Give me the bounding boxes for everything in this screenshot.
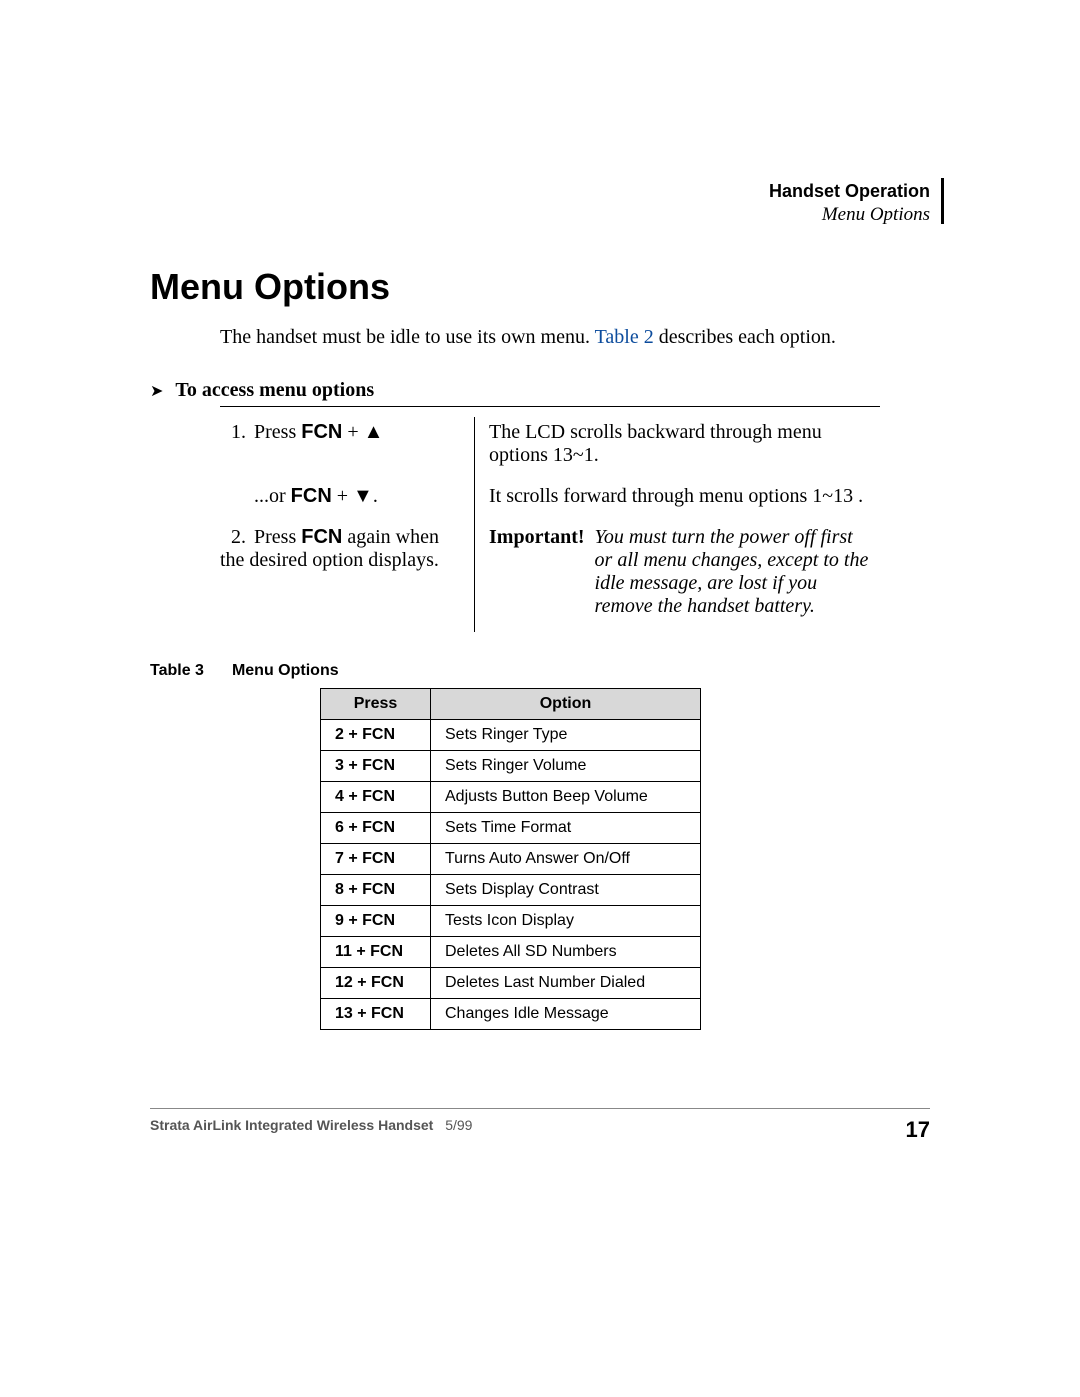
important-text: You must turn the power off first or all… bbox=[595, 526, 872, 618]
step-row-1: 1. Press FCN + ▲ The LCD scrolls backward… bbox=[220, 417, 880, 481]
table-row: 13 + FCNChanges Idle Message bbox=[321, 999, 701, 1030]
divider bbox=[220, 406, 880, 407]
table-row: 6 + FCNSets Time Format bbox=[321, 813, 701, 844]
header-chapter: Handset Operation bbox=[150, 180, 930, 203]
table-row: 12 + FCNDeletes Last Number Dialed bbox=[321, 968, 701, 999]
press-cell: 7 + FCN bbox=[321, 844, 431, 875]
header-bar-icon bbox=[941, 178, 944, 224]
press-cell: 9 + FCN bbox=[321, 906, 431, 937]
footer-page-number: 17 bbox=[906, 1117, 930, 1143]
table-title: Menu Options bbox=[232, 662, 339, 679]
option-cell: Sets Time Format bbox=[431, 813, 701, 844]
subheading: To access menu options bbox=[175, 379, 374, 402]
step-text: + ▲ bbox=[342, 421, 383, 443]
header-section: Menu Options bbox=[150, 203, 930, 227]
press-cell: 2 + FCN bbox=[321, 720, 431, 751]
important-label: Important! bbox=[489, 526, 585, 618]
fcn-key: FCN bbox=[291, 485, 332, 507]
footer-divider bbox=[150, 1108, 930, 1109]
table2-link[interactable]: Table 2 bbox=[595, 326, 654, 348]
press-cell: 11 + FCN bbox=[321, 937, 431, 968]
table-row: 4 + FCNAdjusts Button Beep Volume bbox=[321, 782, 701, 813]
step-row-2: 2.Press FCN again when the desired optio… bbox=[220, 522, 880, 632]
footer-doc-name: Strata AirLink Integrated Wireless Hands… bbox=[150, 1117, 433, 1133]
intro-paragraph: The handset must be idle to use its own … bbox=[220, 324, 930, 351]
option-cell: Sets Ringer Type bbox=[431, 720, 701, 751]
col-header-press: Press bbox=[321, 689, 431, 720]
step-number: 2. bbox=[220, 526, 246, 549]
table-row: 11 + FCNDeletes All SD Numbers bbox=[321, 937, 701, 968]
page-header: Handset Operation Menu Options bbox=[150, 180, 930, 226]
step-text: Press bbox=[254, 526, 301, 548]
step-result: It scrolls forward through menu options … bbox=[475, 481, 881, 522]
subheading-row: ➤ To access menu options bbox=[150, 379, 930, 402]
table-row: 3 + FCNSets Ringer Volume bbox=[321, 751, 701, 782]
table-row: 9 + FCNTests Icon Display bbox=[321, 906, 701, 937]
press-cell: 8 + FCN bbox=[321, 875, 431, 906]
press-cell: 6 + FCN bbox=[321, 813, 431, 844]
press-cell: 12 + FCN bbox=[321, 968, 431, 999]
step-text: Press bbox=[254, 421, 301, 443]
table-number: Table 3 bbox=[150, 662, 204, 679]
table-row: 7 + FCNTurns Auto Answer On/Off bbox=[321, 844, 701, 875]
menu-options-table: Press Option 2 + FCNSets Ringer Type3 + … bbox=[320, 688, 701, 1030]
option-cell: Deletes Last Number Dialed bbox=[431, 968, 701, 999]
page-footer: Strata AirLink Integrated Wireless Hands… bbox=[150, 1108, 930, 1143]
footer-date: 5/99 bbox=[445, 1117, 472, 1133]
steps-table: 1. Press FCN + ▲ The LCD scrolls backward… bbox=[220, 417, 880, 632]
option-cell: Adjusts Button Beep Volume bbox=[431, 782, 701, 813]
option-cell: Sets Display Contrast bbox=[431, 875, 701, 906]
arrow-right-icon: ➤ bbox=[150, 381, 163, 401]
table-caption: Table 3 Menu Options bbox=[150, 662, 930, 680]
fcn-key: FCN bbox=[301, 526, 342, 548]
col-header-option: Option bbox=[431, 689, 701, 720]
intro-text-pre: The handset must be idle to use its own … bbox=[220, 326, 595, 348]
step-result: The LCD scrolls backward through menu op… bbox=[475, 417, 881, 481]
option-cell: Sets Ringer Volume bbox=[431, 751, 701, 782]
table-row: 8 + FCNSets Display Contrast bbox=[321, 875, 701, 906]
press-cell: 4 + FCN bbox=[321, 782, 431, 813]
option-cell: Changes Idle Message bbox=[431, 999, 701, 1030]
option-cell: Deletes All SD Numbers bbox=[431, 937, 701, 968]
option-cell: Turns Auto Answer On/Off bbox=[431, 844, 701, 875]
press-cell: 13 + FCN bbox=[321, 999, 431, 1030]
fcn-key: FCN bbox=[301, 421, 342, 443]
press-cell: 3 + FCN bbox=[321, 751, 431, 782]
table-row: 2 + FCNSets Ringer Type bbox=[321, 720, 701, 751]
section-title: Menu Options bbox=[150, 266, 930, 308]
step-row-1b: ...or FCN + ▼. It scrolls forward throug… bbox=[220, 481, 880, 522]
step-text: + ▼. bbox=[332, 485, 378, 507]
option-cell: Tests Icon Display bbox=[431, 906, 701, 937]
step-number: 1. bbox=[220, 421, 246, 444]
intro-text-post: describes each option. bbox=[654, 326, 836, 348]
step-text: ...or bbox=[254, 485, 291, 507]
